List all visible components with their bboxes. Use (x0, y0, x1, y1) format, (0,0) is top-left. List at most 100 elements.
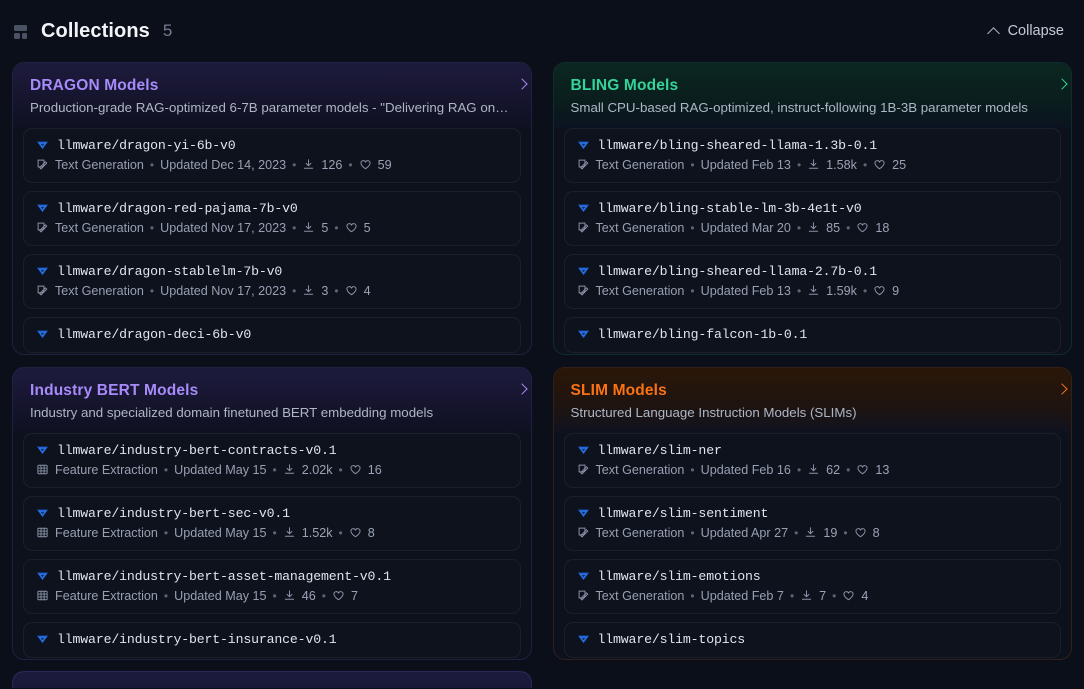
text-generation-icon (577, 284, 590, 297)
heart-icon (856, 221, 869, 234)
model-task: Text Generation (596, 526, 685, 540)
model-row[interactable]: llmware/bling-stable-lm-3b-4e1t-v0 Text … (564, 191, 1062, 246)
model-row[interactable]: llmware/bling-sheared-llama-1.3b-0.1 Tex… (564, 128, 1062, 183)
meta-separator: • (689, 221, 695, 235)
heart-icon (332, 589, 345, 602)
text-generation-icon (577, 221, 590, 234)
download-icon (807, 284, 820, 297)
model-downloads: 1.52k (302, 526, 333, 540)
collection-description: Production-grade RAG-optimized 6-7B para… (30, 99, 515, 117)
text-generation-icon (36, 158, 49, 171)
collection-title: BLING Models (571, 77, 679, 95)
model-row[interactable]: llmware/slim-topics (564, 622, 1062, 658)
model-name-line: llmware/slim-sentiment (577, 506, 1049, 521)
model-downloads: 1.59k (826, 284, 857, 298)
collection-model-list: llmware/bling-sheared-llama-1.3b-0.1 Tex… (554, 128, 1072, 353)
text-generation-icon (577, 526, 590, 539)
meta-separator: • (272, 589, 278, 603)
model-name: llmware/slim-topics (598, 632, 746, 647)
model-name-line: llmware/slim-emotions (577, 569, 1049, 584)
meta-separator: • (291, 221, 297, 235)
download-icon (807, 158, 820, 171)
model-row[interactable]: llmware/slim-ner Text Generation • Updat… (564, 433, 1062, 488)
model-row[interactable]: llmware/dragon-yi-6b-v0 Text Generation … (23, 128, 521, 183)
llmware-logo-icon (577, 202, 590, 215)
heart-icon (842, 589, 855, 602)
meta-separator: • (793, 526, 799, 540)
collapse-button[interactable]: Collapse (986, 19, 1066, 43)
model-likes: 8 (368, 526, 375, 540)
feature-extraction-icon (36, 589, 49, 602)
model-row[interactable]: llmware/bling-sheared-llama-2.7b-0.1 Tex… (564, 254, 1062, 309)
text-generation-icon (577, 589, 590, 602)
heart-icon (349, 463, 362, 476)
llmware-logo-icon (36, 633, 49, 646)
collapse-label: Collapse (1008, 23, 1064, 39)
meta-separator: • (149, 221, 155, 235)
meta-separator: • (796, 463, 802, 477)
model-name: llmware/slim-ner (598, 443, 722, 458)
meta-separator: • (291, 158, 297, 172)
meta-separator: • (321, 589, 327, 603)
download-icon (302, 221, 315, 234)
model-name-line: llmware/dragon-red-pajama-7b-v0 (36, 201, 508, 216)
model-likes: 9 (892, 284, 899, 298)
model-updated: Updated Feb 7 (701, 589, 784, 603)
model-likes: 4 (364, 284, 371, 298)
model-likes: 4 (861, 589, 868, 603)
collection-card-peek[interactable] (12, 671, 532, 688)
model-downloads: 7 (819, 589, 826, 603)
llmware-logo-icon (577, 328, 590, 341)
collection-model-list: llmware/dragon-yi-6b-v0 Text Generation … (13, 128, 531, 353)
model-row[interactable]: llmware/industry-bert-sec-v0.1 Feature E… (23, 496, 521, 551)
meta-separator: • (862, 158, 868, 172)
model-name-line: llmware/slim-ner (577, 443, 1049, 458)
model-row[interactable]: llmware/industry-bert-contracts-v0.1 Fea… (23, 433, 521, 488)
model-row[interactable]: llmware/dragon-red-pajama-7b-v0 Text Gen… (23, 191, 521, 246)
model-meta: Text Generation • Updated Feb 13 • 1.58k… (577, 158, 1049, 172)
meta-separator: • (272, 526, 278, 540)
meta-separator: • (845, 463, 851, 477)
model-updated: Updated Nov 17, 2023 (160, 221, 286, 235)
model-row[interactable]: llmware/dragon-deci-6b-v0 (23, 317, 521, 353)
model-updated: Updated Feb 13 (701, 284, 791, 298)
chevron-up-icon (988, 25, 1001, 38)
model-name: llmware/bling-falcon-1b-0.1 (598, 327, 808, 342)
meta-separator: • (689, 463, 695, 477)
model-updated: Updated May 15 (174, 526, 266, 540)
model-row[interactable]: llmware/bling-falcon-1b-0.1 (564, 317, 1062, 353)
model-task: Text Generation (55, 284, 144, 298)
model-row[interactable]: llmware/slim-emotions Text Generation • … (564, 559, 1062, 614)
model-row[interactable]: llmware/slim-sentiment Text Generation •… (564, 496, 1062, 551)
meta-separator: • (796, 221, 802, 235)
model-updated: Updated Dec 14, 2023 (160, 158, 286, 172)
page-title: Collections (41, 20, 150, 43)
model-row[interactable]: llmware/industry-bert-insurance-v0.1 (23, 622, 521, 658)
meta-separator: • (163, 526, 169, 540)
page-header: Collections 5 Collapse (0, 0, 1084, 62)
collections-grid-icon (12, 24, 30, 40)
model-name-line: llmware/dragon-stablelm-7b-v0 (36, 264, 508, 279)
model-name-line: llmware/industry-bert-insurance-v0.1 (36, 632, 508, 647)
model-meta: Feature Extraction • Updated May 15 • 2.… (36, 463, 508, 477)
meta-separator: • (291, 284, 297, 298)
model-name: llmware/slim-emotions (598, 569, 761, 584)
download-icon (807, 221, 820, 234)
model-downloads: 3 (321, 284, 328, 298)
model-row[interactable]: llmware/industry-bert-asset-management-v… (23, 559, 521, 614)
meta-separator: • (347, 158, 353, 172)
model-meta: Text Generation • Updated Apr 27 • 19 • … (577, 526, 1049, 540)
model-row[interactable]: llmware/dragon-stablelm-7b-v0 Text Gener… (23, 254, 521, 309)
model-meta: Text Generation • Updated Feb 16 • 62 • … (577, 463, 1049, 477)
collection-card: BLING Models Small CPU-based RAG-optimiz… (553, 62, 1073, 355)
model-likes: 25 (892, 158, 906, 172)
model-name-line: llmware/bling-falcon-1b-0.1 (577, 327, 1049, 342)
model-task: Text Generation (596, 284, 685, 298)
next-collection-row (0, 660, 1084, 688)
meta-separator: • (689, 526, 695, 540)
model-meta: Feature Extraction • Updated May 15 • 46… (36, 589, 508, 603)
collection-description: Industry and specialized domain finetune… (30, 404, 515, 422)
model-downloads: 1.58k (826, 158, 857, 172)
meta-separator: • (842, 526, 848, 540)
collection-card-header-top: SLIM Models (571, 382, 1056, 400)
